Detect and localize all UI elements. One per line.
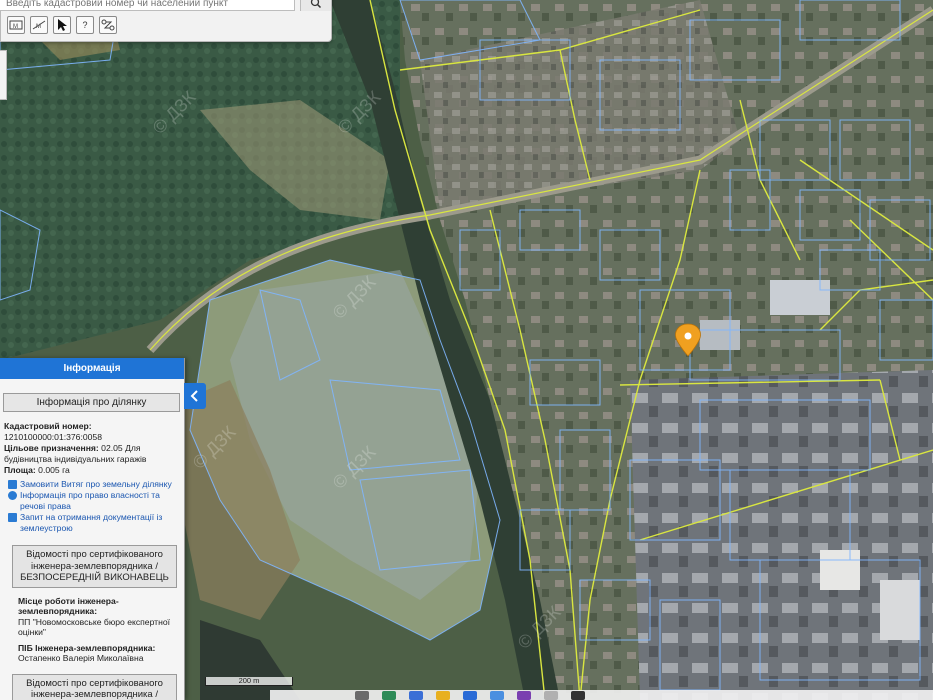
engineer-info-button[interactable]: Відомості про сертифікованого інженера-з… <box>12 545 177 588</box>
taskbar-app-icon[interactable] <box>571 691 585 700</box>
help-icon-label: ? <box>82 20 88 30</box>
info-panel: Інформація Інформація про ділянку Кадаст… <box>0 358 185 700</box>
area-label: Площа: <box>4 465 36 475</box>
request-icon <box>8 513 17 522</box>
search-button[interactable] <box>300 0 331 11</box>
ruler-area-icon[interactable]: M <box>7 16 25 34</box>
chevron-left-icon <box>190 390 198 402</box>
document-icon <box>8 479 17 489</box>
order-extract-text: Замовити Витяг про земельну ділянку <box>20 478 172 489</box>
workplace-label: Місце роботи інженера-землевпорядника: <box>18 595 119 617</box>
pointer-icon[interactable] <box>53 16 71 34</box>
map-tools: M M ? <box>7 16 117 36</box>
engineer-info-button-2[interactable]: Відомості про сертифікованого інженера-з… <box>12 673 177 700</box>
svg-text:M: M <box>13 24 18 30</box>
taskbar-app-icon[interactable] <box>436 691 450 700</box>
info-icon <box>8 491 17 500</box>
help-icon[interactable]: ? <box>76 16 94 34</box>
svg-text:M: M <box>36 24 41 30</box>
purpose-label: Цільове призначення: <box>4 443 99 453</box>
documentation-request-text: Запит на отримання документації із земле… <box>20 512 163 533</box>
search-icon <box>310 0 322 9</box>
taskbar-app-icon[interactable] <box>490 691 504 700</box>
area-value: 0.005 га <box>38 465 70 475</box>
collapse-panel-button[interactable] <box>184 383 206 409</box>
left-panel-stub[interactable] <box>0 50 7 100</box>
taskbar-app-icon[interactable] <box>544 691 558 700</box>
ownership-info-text: Інформація про право власності та речові… <box>20 490 160 511</box>
engineer-name-value: Остапенко Валерія Миколаївна <box>18 653 144 663</box>
info-panel-header: Інформація <box>0 358 184 379</box>
documentation-request-link[interactable]: Запит на отримання документації із земле… <box>8 512 180 533</box>
cadastral-number: 1210100000:01:376:0058 <box>4 431 102 442</box>
taskbar-app-icon[interactable] <box>517 691 531 700</box>
workplace-value: ПП "Новомосковське бюро експертної оцінк… <box>18 616 171 638</box>
route-icon[interactable] <box>99 16 117 34</box>
os-taskbar <box>270 690 933 700</box>
taskbar-app-icon[interactable] <box>463 691 477 700</box>
engineer-name-label: ПІБ Інженера-землевпорядника: <box>18 642 156 653</box>
info-panel-subtitle: Інформація про ділянку <box>3 393 180 412</box>
taskbar-app-icon[interactable] <box>382 691 396 700</box>
scale-bar: 200 m <box>205 677 293 686</box>
taskbar-app-icon[interactable] <box>355 691 369 700</box>
ownership-info-link[interactable]: Інформація про право власності та речові… <box>8 490 180 511</box>
search-input[interactable] <box>0 0 295 11</box>
order-extract-link[interactable]: Замовити Витяг про земельну ділянку <box>8 479 180 490</box>
search-toolbar: M M ? <box>0 0 332 42</box>
cadastral-label: Кадастровий номер: <box>4 421 92 431</box>
ruler-distance-icon[interactable]: M <box>30 16 48 34</box>
taskbar-app-icon[interactable] <box>409 691 423 700</box>
